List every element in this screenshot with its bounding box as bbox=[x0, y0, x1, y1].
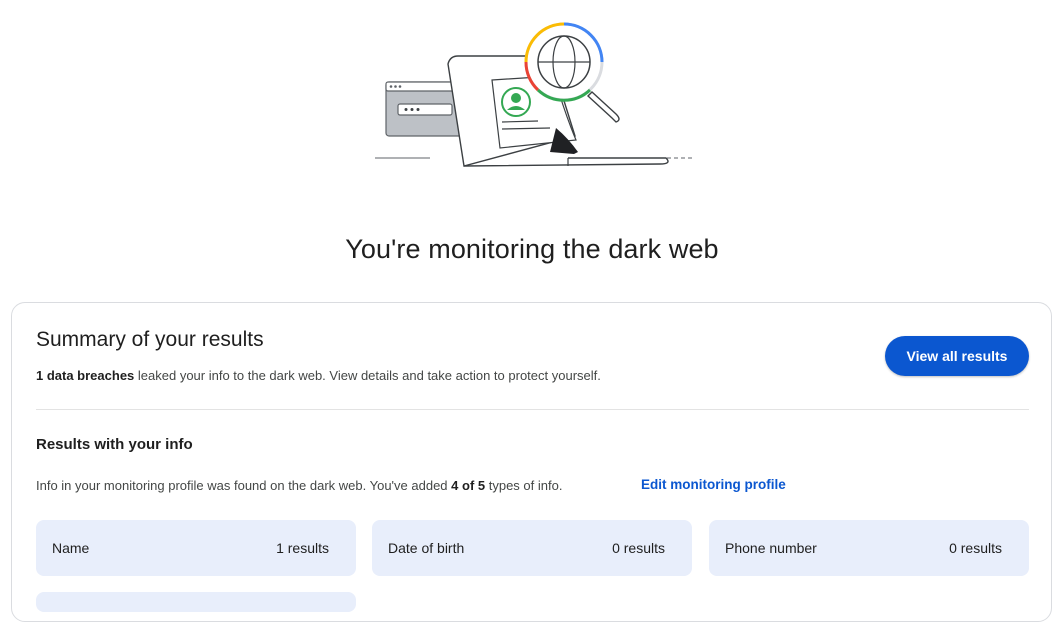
page-title: You're monitoring the dark web bbox=[345, 234, 719, 264]
summary-description-text: leaked your info to the dark web. View d… bbox=[134, 368, 601, 383]
results-summary-card: Summary of your results 1 data breaches … bbox=[11, 302, 1052, 622]
result-tile-count: 0 results bbox=[612, 540, 665, 556]
result-tile-phone-number[interactable]: Phone number 0 results bbox=[709, 520, 1029, 576]
breach-count: 1 data breaches bbox=[36, 368, 135, 383]
result-tile-date-of-birth[interactable]: Date of birth 0 results bbox=[372, 520, 692, 576]
edit-monitoring-profile-link[interactable]: Edit monitoring profile bbox=[641, 477, 786, 492]
laptop-dark-web-search-icon bbox=[375, 22, 695, 167]
summary-description: 1 data breaches leaked your info to the … bbox=[36, 368, 601, 383]
results-description-start: Info in your monitoring profile was foun… bbox=[36, 478, 452, 493]
view-all-results-button[interactable]: View all results bbox=[885, 336, 1029, 376]
result-tile-count: 0 results bbox=[949, 540, 1002, 556]
summary-title: Summary of your results bbox=[36, 328, 264, 351]
result-tile-label: Date of birth bbox=[388, 540, 465, 556]
hero-illustration bbox=[0, 0, 1056, 200]
results-description-end: types of info. bbox=[485, 478, 563, 493]
result-tile-label: Name bbox=[52, 540, 90, 556]
result-tile-count: 1 results bbox=[276, 540, 329, 556]
result-tile-label: Phone number bbox=[725, 540, 817, 556]
info-types-count: 4 of 5 bbox=[451, 478, 486, 493]
result-tile-partial[interactable] bbox=[36, 592, 356, 612]
result-tile-name[interactable]: Name 1 results bbox=[36, 520, 356, 576]
results-section-title: Results with your info bbox=[36, 436, 193, 453]
results-description: Info in your monitoring profile was foun… bbox=[36, 478, 562, 493]
section-divider bbox=[36, 409, 1029, 410]
